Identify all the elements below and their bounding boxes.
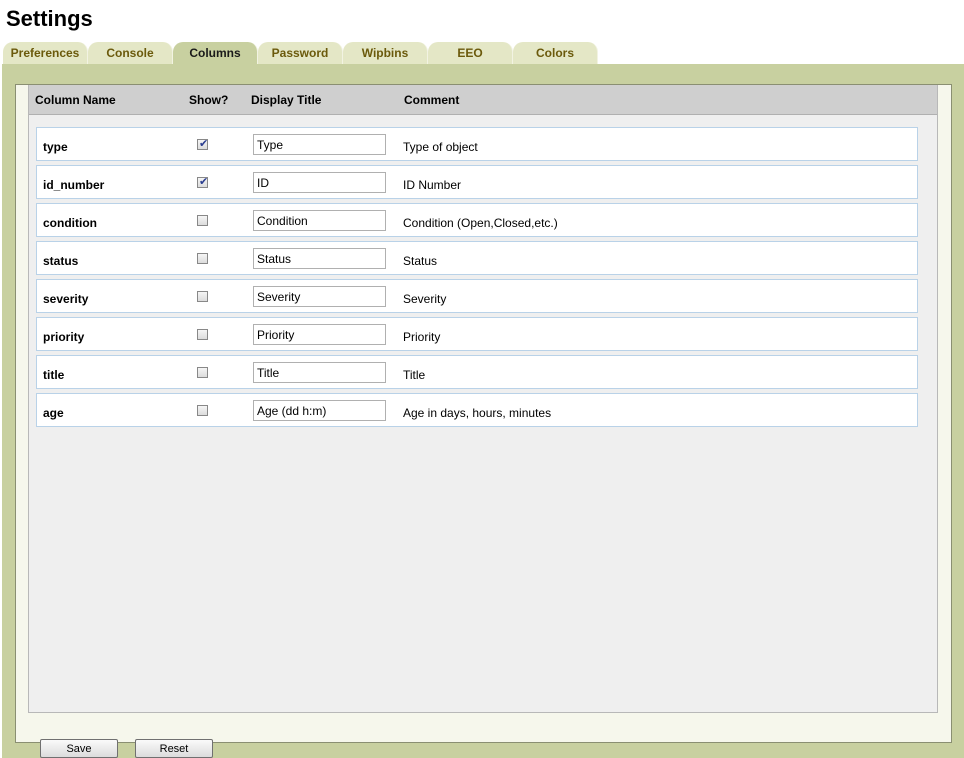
column-comment: Priority [403, 330, 441, 344]
page-title: Settings [6, 6, 93, 31]
column-name: age [43, 406, 64, 420]
display-title-input[interactable] [253, 362, 386, 383]
header-display-title: Display Title [251, 93, 322, 107]
column-name: type [43, 140, 68, 154]
columns-grid: Column Name Show? Display Title Comment … [28, 85, 938, 713]
show-checkbox[interactable] [197, 215, 208, 226]
grid-rows: type ✔ Type of object id_number ✔ ID Num… [36, 127, 918, 431]
column-comment: Condition (Open,Closed,etc.) [403, 216, 558, 230]
save-button[interactable]: Save [40, 739, 118, 758]
tab-colors[interactable]: Colors [513, 42, 598, 64]
tab-eeo[interactable]: EEO [428, 42, 513, 64]
table-row: id_number ✔ ID Number [36, 165, 918, 199]
tab-wipbins[interactable]: Wipbins [343, 42, 428, 64]
show-checkbox[interactable] [197, 405, 208, 416]
show-checkbox[interactable] [197, 367, 208, 378]
column-comment: Title [403, 368, 426, 382]
column-name: id_number [43, 178, 105, 192]
tab-preferences[interactable]: Preferences [3, 42, 88, 64]
display-title-input[interactable] [253, 210, 386, 231]
header-comment: Comment [404, 93, 460, 107]
table-row: priority Priority [36, 317, 918, 351]
display-title-input[interactable] [253, 134, 386, 155]
column-name: priority [43, 330, 85, 344]
column-comment: ID Number [403, 178, 462, 192]
tab-password[interactable]: Password [258, 42, 343, 64]
table-row: severity Severity [36, 279, 918, 313]
reset-button[interactable]: Reset [135, 739, 213, 758]
show-checkbox[interactable] [197, 253, 208, 264]
tab-columns[interactable]: Columns [173, 42, 258, 64]
display-title-input[interactable] [253, 324, 386, 345]
show-checkbox[interactable] [197, 329, 208, 340]
show-checkbox[interactable]: ✔ [197, 138, 209, 150]
display-title-input[interactable] [253, 248, 386, 269]
table-row: condition Condition (Open,Closed,etc.) [36, 203, 918, 237]
table-row: status Status [36, 241, 918, 275]
header-show: Show? [189, 93, 229, 107]
table-row: type ✔ Type of object [36, 127, 918, 161]
show-checkbox[interactable] [197, 291, 208, 302]
column-name: title [43, 368, 65, 382]
display-title-input[interactable] [253, 172, 386, 193]
tab-bar: Preferences Console Columns Password Wip… [3, 42, 598, 65]
tab-console[interactable]: Console [88, 42, 173, 64]
grid-header: Column Name Show? Display Title Comment [29, 85, 937, 115]
display-title-input[interactable] [253, 286, 386, 307]
column-name: status [43, 254, 79, 268]
columns-form: Column Name Show? Display Title Comment … [15, 84, 952, 758]
header-column-name: Column Name [35, 93, 116, 107]
table-row: age Age in days, hours, minutes [36, 393, 918, 427]
settings-panel: Column Name Show? Display Title Comment … [2, 64, 964, 758]
show-checkbox[interactable]: ✔ [197, 176, 209, 188]
display-title-input[interactable] [253, 400, 386, 421]
column-comment: Type of object [403, 140, 478, 154]
column-name: severity [43, 292, 89, 306]
column-name: condition [43, 216, 97, 230]
table-row: title Title [36, 355, 918, 389]
column-comment: Age in days, hours, minutes [403, 406, 552, 420]
check-icon: ✔ [199, 138, 209, 150]
column-comment: Severity [403, 292, 447, 306]
column-comment: Status [403, 254, 438, 268]
check-icon: ✔ [199, 176, 209, 188]
